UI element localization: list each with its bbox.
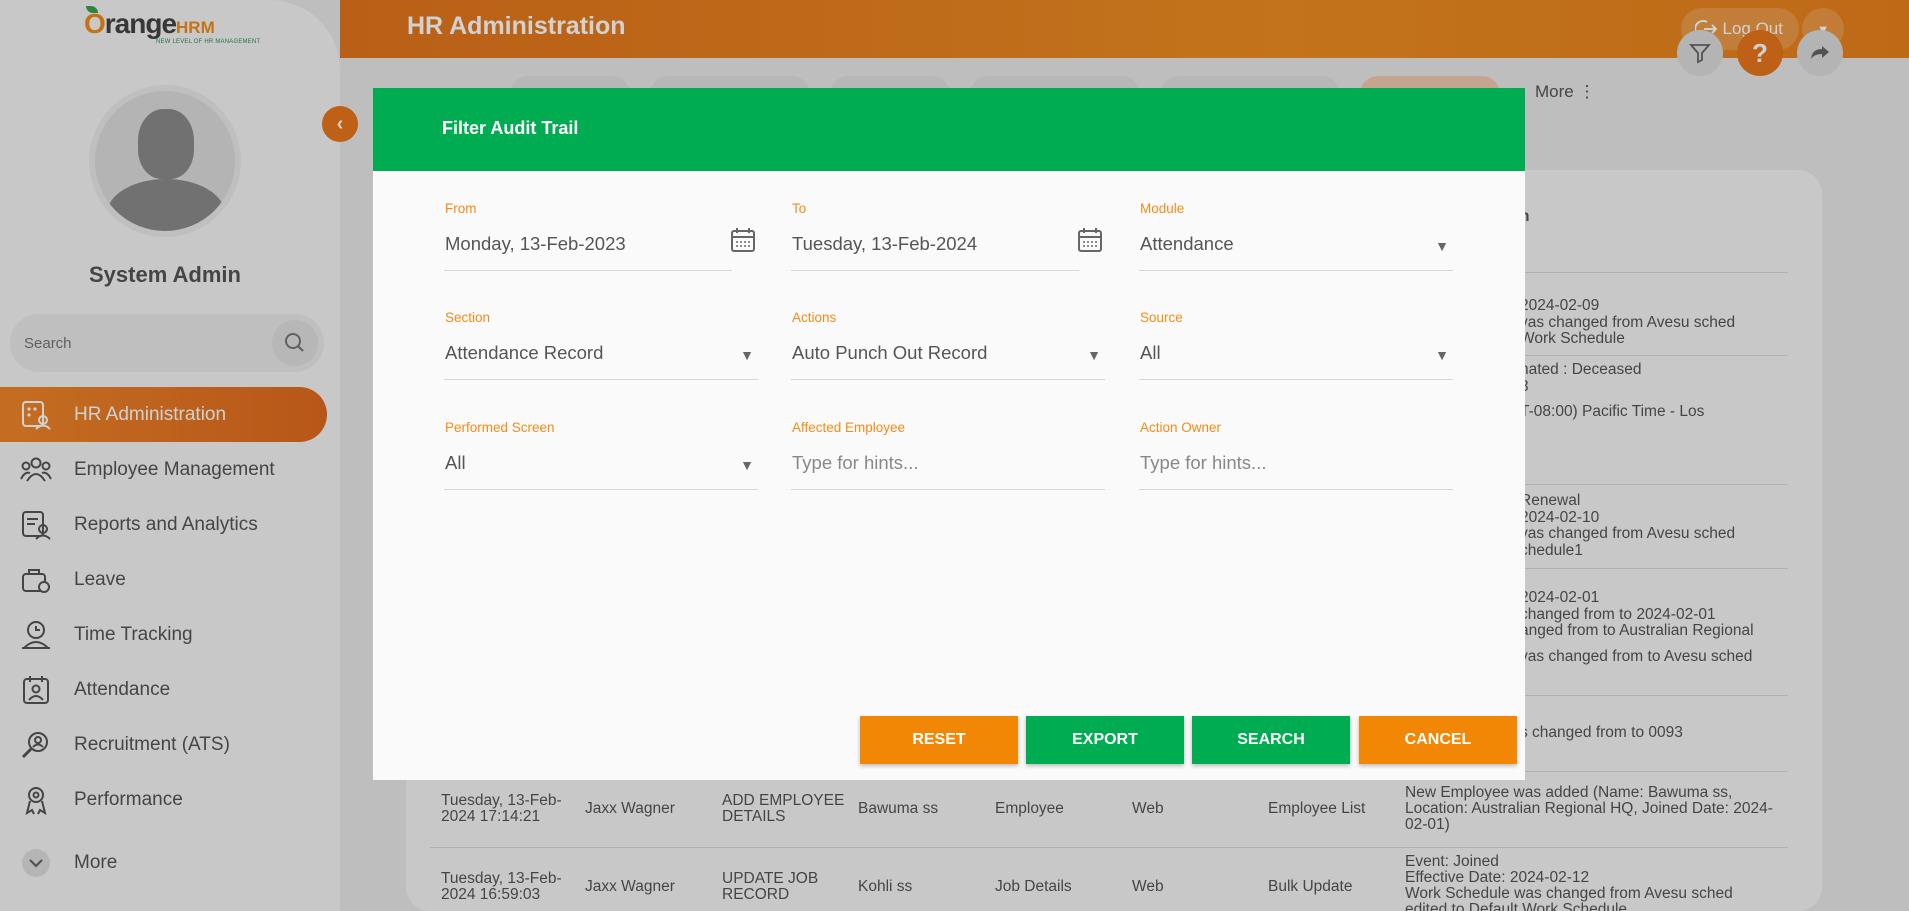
calendar-icon[interactable] xyxy=(730,227,756,253)
search-button[interactable]: SEARCH xyxy=(1192,716,1350,764)
from-date-field[interactable]: From Monday, 13-Feb-2023 xyxy=(444,201,755,271)
field-label: Section xyxy=(445,310,491,325)
source-value: All xyxy=(1140,342,1161,363)
performed-screen-select[interactable]: Performed Screen All ▼ xyxy=(444,420,758,490)
action-owner-input[interactable] xyxy=(1140,450,1440,476)
field-label: To xyxy=(792,201,807,216)
field-label: Action Owner xyxy=(1140,420,1222,435)
performed-screen-value: All xyxy=(445,452,466,473)
to-date-value[interactable]: Tuesday, 13-Feb-2024 xyxy=(792,233,977,255)
to-date-field[interactable]: To Tuesday, 13-Feb-2024 xyxy=(791,201,1102,271)
action-owner-field: Action Owner xyxy=(1139,420,1453,490)
section-value: Attendance Record xyxy=(445,342,604,363)
actions-value: Auto Punch Out Record xyxy=(792,342,988,363)
modal-title: Filter Audit Trail xyxy=(442,118,579,138)
caret-down-icon: ▼ xyxy=(1435,238,1449,254)
cancel-button[interactable]: CANCEL xyxy=(1359,716,1517,764)
caret-down-icon: ▼ xyxy=(740,347,754,363)
affected-employee-field: Affected Employee xyxy=(791,420,1105,490)
module-value: Attendance xyxy=(1140,233,1234,254)
source-select[interactable]: Source All ▼ xyxy=(1139,310,1453,380)
field-label: Source xyxy=(1140,310,1183,325)
modal-header: Filter Audit Trail xyxy=(373,88,1525,171)
caret-down-icon: ▼ xyxy=(740,457,754,473)
caret-down-icon: ▼ xyxy=(1087,347,1101,363)
module-select[interactable]: Module Attendance ▼ xyxy=(1139,201,1453,271)
section-select[interactable]: Section Attendance Record ▼ xyxy=(444,310,758,380)
reset-button[interactable]: RESET xyxy=(860,716,1018,764)
affected-employee-input[interactable] xyxy=(792,450,1092,476)
export-button[interactable]: EXPORT xyxy=(1026,716,1184,764)
filter-audit-trail-dialog: Filter Audit Trail From Monday, 13-Feb-2… xyxy=(373,88,1525,780)
caret-down-icon: ▼ xyxy=(1435,347,1449,363)
field-label: Module xyxy=(1140,201,1185,216)
field-label: Performed Screen xyxy=(445,420,555,435)
field-label: From xyxy=(445,201,477,216)
actions-select[interactable]: Actions Auto Punch Out Record ▼ xyxy=(791,310,1105,380)
field-label: Actions xyxy=(792,310,837,325)
field-label: Affected Employee xyxy=(792,420,906,435)
calendar-icon[interactable] xyxy=(1077,227,1103,253)
from-date-value[interactable]: Monday, 13-Feb-2023 xyxy=(445,233,626,255)
